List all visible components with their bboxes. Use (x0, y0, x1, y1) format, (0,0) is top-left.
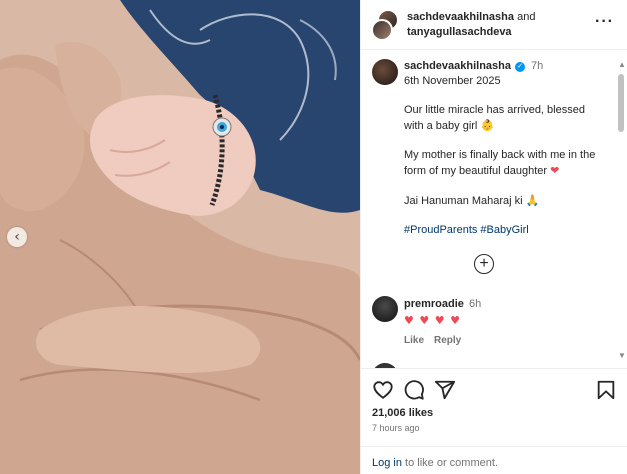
caption-line-3: Jai Hanuman Maharaj ki 🙏 (404, 193, 604, 209)
post-photo: ‹ (0, 0, 360, 474)
caption-line-3-text: Jai Hanuman Maharaj ki (404, 195, 523, 207)
comment-like-button[interactable]: Like (404, 335, 424, 346)
caption-line-1: Our little miracle has arrived, blessed … (404, 103, 604, 134)
comment-actions: Like Reply (404, 335, 604, 346)
post-side-panel: sachdevaakhilnasha and tanyagullasachdev… (360, 0, 627, 474)
share-icon[interactable] (434, 379, 456, 401)
baby-hand-photo (0, 0, 360, 474)
comment-text: ♥ ♥ ♥ ♥ (404, 314, 461, 327)
likes-count[interactable]: 21,006 likes (372, 407, 433, 419)
caption-line-1-text: Our little miracle has arrived, blessed … (404, 104, 585, 132)
avatar[interactable] (372, 296, 398, 322)
scroll-up-icon[interactable]: ▲ (618, 60, 626, 69)
scrollbar[interactable]: ▲ ▼ (618, 60, 626, 360)
verified-badge-icon: ✓ (515, 61, 526, 72)
comment-reply-button[interactable]: Reply (434, 335, 461, 346)
bookmark-icon[interactable] (595, 379, 617, 401)
caption-hashtags[interactable]: #ProudParents #BabyGirl (404, 223, 604, 238)
post-actions: 21,006 likes 7 hours ago Log in to like … (361, 368, 627, 474)
post-timestamp: 7 hours ago (372, 423, 420, 433)
scroll-down-icon[interactable]: ▼ (618, 351, 626, 360)
author-username[interactable]: sachdevaakhilnasha (407, 11, 514, 23)
chevron-left-icon[interactable]: ‹ (7, 227, 27, 247)
baby-emoji-icon: 👶 (480, 119, 495, 132)
avatar[interactable] (372, 59, 398, 85)
comment-icon[interactable] (403, 379, 425, 401)
heart-icon[interactable] (372, 379, 394, 401)
comment-time: 6h (468, 298, 482, 310)
avatar[interactable] (371, 19, 393, 41)
caption: sachdevaakhilnasha ✓ 7h 6th November 202… (404, 59, 604, 238)
caption-time: 7h (531, 60, 544, 72)
more-options-icon[interactable]: ··· (595, 13, 614, 31)
action-icons (372, 379, 617, 403)
coauthor-username[interactable]: tanyagullasachdeva (407, 26, 512, 38)
heart-emoji-icon: ❤ (550, 164, 560, 177)
login-prompt-text: to like or comment. (401, 457, 498, 469)
scrollbar-thumb[interactable] (618, 74, 624, 132)
caption-username[interactable]: sachdevaakhilnasha (404, 59, 511, 74)
post-header: sachdevaakhilnasha and tanyagullasachdev… (361, 0, 627, 50)
plus-circle-icon[interactable]: + (474, 254, 494, 274)
collab-names: sachdevaakhilnasha and tanyagullasachdev… (407, 10, 597, 40)
caption-header: sachdevaakhilnasha ✓ 7h (404, 59, 604, 74)
caption-line-2-text: My mother is finally back with me in the… (404, 149, 596, 177)
comments-scroll-area[interactable]: sachdevaakhilnasha ✓ 7h 6th November 202… (361, 51, 627, 368)
collab-avatars[interactable] (371, 9, 403, 41)
comment-username[interactable]: premroadie (404, 298, 464, 310)
login-prompt: Log in to like or comment. (361, 446, 627, 474)
joiner-text: and (517, 11, 536, 23)
caption-date: 6th November 2025 (404, 75, 501, 87)
pray-emoji-icon: 🙏 (525, 194, 540, 207)
login-link[interactable]: Log in (372, 457, 402, 469)
caption-line-2: My mother is finally back with me in the… (404, 148, 604, 179)
